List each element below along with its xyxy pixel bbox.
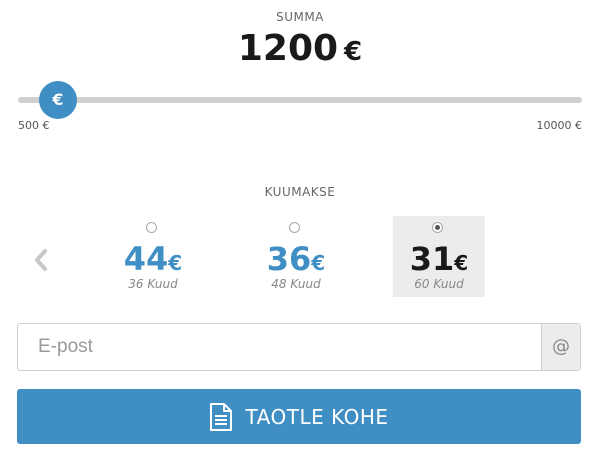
- apply-now-button[interactable]: TAOTLE KOHE: [17, 389, 581, 444]
- amount-label: SUMMA: [276, 10, 324, 24]
- email-field-group: @: [17, 323, 581, 371]
- monthly-payment-label: KUUMAKSE: [264, 185, 336, 199]
- payment-term: 48 Kuud: [271, 277, 321, 291]
- amount-slider-track[interactable]: [18, 97, 582, 103]
- payment-option-60[interactable]: 31€ 60 Kuud: [393, 216, 485, 297]
- payment-option-radio[interactable]: [146, 222, 157, 233]
- email-field[interactable]: [18, 324, 543, 370]
- chevron-left-icon[interactable]: [30, 243, 52, 277]
- payment-amount: 44€: [123, 240, 183, 278]
- payment-term: 60 Kuud: [414, 277, 464, 291]
- amount-currency: €: [344, 37, 363, 67]
- payment-option-36[interactable]: 44€ 36 Kuud: [107, 216, 199, 297]
- payment-option-radio[interactable]: [289, 222, 300, 233]
- payment-option-48[interactable]: 36€ 48 Kuud: [250, 216, 342, 297]
- slider-max-label: 10000 €: [536, 119, 583, 132]
- apply-now-label: TAOTLE KOHE: [245, 404, 389, 429]
- amount-slider-handle[interactable]: €: [39, 81, 77, 119]
- payment-amount: 36€: [266, 240, 326, 278]
- payment-amount: 31€: [409, 240, 469, 278]
- amount-display: 1200 €: [0, 28, 600, 69]
- payment-term: 36 Kuud: [128, 277, 178, 291]
- at-sign-icon: @: [541, 324, 580, 370]
- amount-value: 1200: [237, 28, 339, 69]
- payment-option-radio[interactable]: [432, 222, 443, 233]
- document-icon: [209, 402, 233, 432]
- slider-min-label: 500 €: [18, 119, 50, 132]
